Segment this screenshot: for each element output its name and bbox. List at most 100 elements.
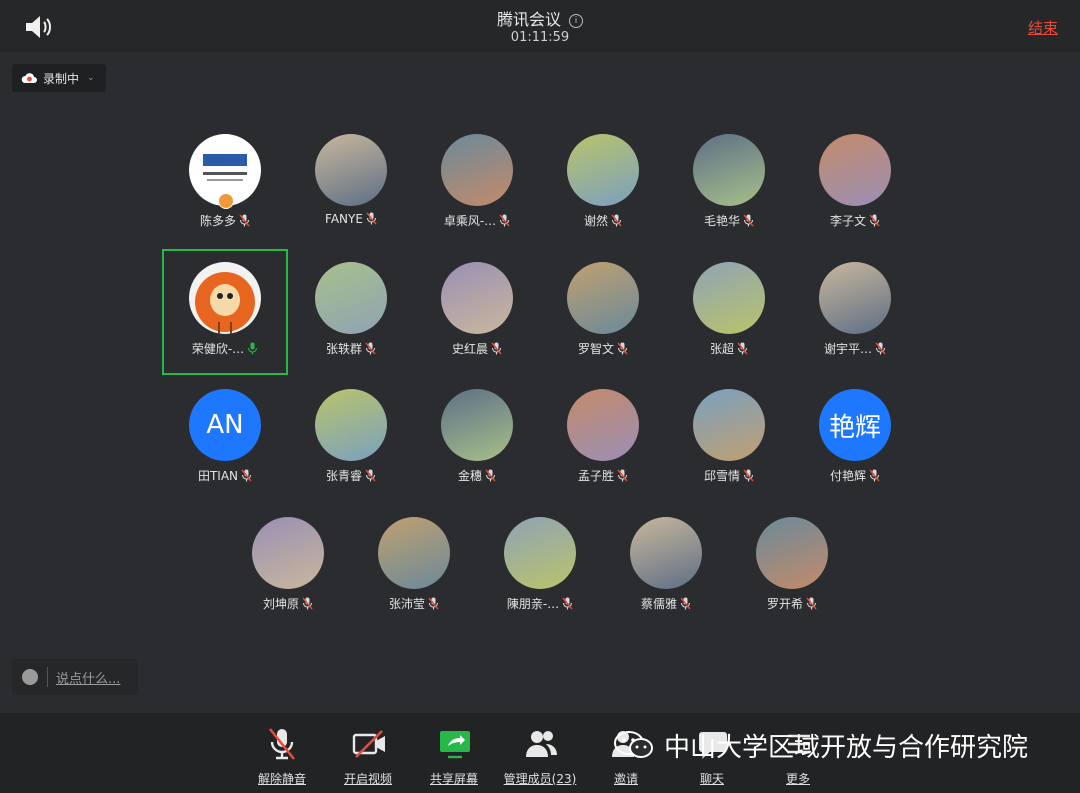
participant-tile[interactable]: 荣健欣-…	[162, 249, 288, 375]
microphone-muted-icon	[499, 214, 510, 227]
participant-tile[interactable]: 孟子胜	[540, 376, 666, 502]
microphone-muted-icon	[562, 597, 573, 610]
divider	[47, 667, 48, 687]
members-icon	[526, 731, 557, 757]
microphone-muted-icon	[241, 469, 252, 482]
microphone-muted-icon	[491, 342, 502, 355]
invite-label: 邀请	[613, 772, 638, 786]
photo-avatar	[567, 262, 639, 334]
participant-tile[interactable]: 金穗	[414, 376, 540, 502]
cartoon-avatar	[693, 262, 765, 334]
recording-cloud-icon	[21, 73, 37, 83]
participant-tile[interactable]: 艳辉 付艳辉	[792, 376, 918, 502]
share-screen-label: 共享屏幕	[429, 772, 478, 786]
microphone-muted-icon	[366, 212, 377, 225]
participant-tile[interactable]: 罗开希	[729, 504, 855, 630]
participant-name-row: FANYE	[288, 212, 414, 226]
unmute-label: 解除静音	[257, 772, 306, 786]
meeting-timer: 01:11:59	[510, 30, 570, 45]
microphone-muted-icon	[743, 214, 754, 227]
microphone-muted-icon	[743, 469, 754, 482]
participant-name: 罗智文	[577, 342, 614, 356]
emoji-icon[interactable]	[22, 669, 38, 685]
participant-name: 金穗	[457, 469, 482, 483]
participant-name: 李子文	[829, 214, 866, 228]
participant-name-row: 史红晨	[414, 340, 540, 357]
microphone-muted-icon	[611, 214, 622, 227]
participant-tile[interactable]: AN 田TIAN	[162, 376, 288, 502]
microphone-muted-icon	[737, 342, 748, 355]
participant-name: 卓乘风-…	[443, 214, 497, 228]
info-icon[interactable]: i	[569, 14, 583, 28]
participant-tile[interactable]: FANYE	[288, 121, 414, 247]
recording-badge[interactable]: 录制中 ⌄	[12, 64, 106, 92]
meeting-title: 腾讯会议 i	[0, 6, 1080, 30]
participant-tile[interactable]: 毛艳华	[666, 121, 792, 247]
microphone-muted-icon	[239, 214, 250, 227]
participant-tile[interactable]: 刘坤原	[225, 504, 351, 630]
participant-name: 陳朋亲-…	[506, 597, 560, 611]
chat-label: 聊天	[699, 772, 724, 786]
participant-name-row: 张轶群	[288, 340, 414, 357]
cartoon-avatar	[504, 517, 576, 589]
participant-name-row: 谢然	[540, 212, 666, 229]
more-label: 更多	[785, 772, 810, 786]
unmute-button[interactable]: 解除静音	[237, 713, 327, 793]
share-screen-button[interactable]: 共享屏幕	[409, 713, 499, 793]
start-video-button[interactable]: 开启视频	[323, 713, 413, 793]
participant-name-row: 罗开希	[729, 595, 855, 612]
photo-avatar	[441, 134, 513, 206]
participant-name-row: 李子文	[792, 212, 918, 229]
avatar: 艳辉	[819, 389, 891, 461]
cartoon-avatar	[567, 389, 639, 461]
title-bar: 腾讯会议 i 01:11:59 结束	[0, 0, 1080, 52]
participant-tile[interactable]: 陳朋亲-…	[477, 504, 603, 630]
chat-input[interactable]: 说点什么...	[12, 659, 138, 695]
participant-tile[interactable]: 陈多多	[162, 121, 288, 247]
participant-name: 谢宇平…	[823, 342, 872, 356]
participant-name: 毛艳华	[703, 214, 740, 228]
participant-tile[interactable]: 张轶群	[288, 249, 414, 375]
participant-name: 田TIAN	[197, 469, 239, 483]
participant-tile[interactable]: 卓乘风-…	[414, 121, 540, 247]
photo-avatar	[315, 389, 387, 461]
participant-name-row: 陳朋亲-…	[477, 595, 603, 612]
participant-name: 张超	[709, 342, 734, 356]
microphone-muted-icon	[617, 469, 628, 482]
participant-tile[interactable]: 谢然	[540, 121, 666, 247]
photo-avatar	[315, 134, 387, 206]
microphone-muted-icon	[302, 597, 313, 610]
photo-avatar	[819, 262, 891, 334]
avatar-initials: AN	[189, 389, 261, 461]
manage-members-button[interactable]: 管理成员(23)	[495, 713, 585, 793]
participant-name-row: 谢宇平…	[792, 340, 918, 357]
start-video-label: 开启视频	[343, 772, 392, 786]
participant-tile[interactable]: 张沛莹	[351, 504, 477, 630]
participant-tile[interactable]: 李子文	[792, 121, 918, 247]
microphone-muted-icon	[806, 597, 817, 610]
participant-name: 谢然	[583, 214, 608, 228]
chat-placeholder: 说点什么...	[56, 672, 121, 687]
photo-avatar	[315, 262, 387, 334]
microphone-muted-icon	[268, 728, 296, 760]
participant-tile[interactable]: 谢宇平…	[792, 249, 918, 375]
end-meeting-button[interactable]: 结束	[1028, 17, 1058, 38]
participant-tile[interactable]: 张超	[666, 249, 792, 375]
participant-name-row: 陈多多	[162, 212, 288, 229]
cartoon-avatar	[189, 262, 261, 334]
microphone-muted-icon	[428, 597, 439, 610]
participant-tile[interactable]: 蔡儒雅	[603, 504, 729, 630]
microphone-muted-icon	[869, 469, 880, 482]
participant-name: FANYE	[325, 212, 363, 226]
participant-name-row: 卓乘风-…	[414, 212, 540, 229]
participant-tile[interactable]: 史红晨	[414, 249, 540, 375]
participant-tile[interactable]: 邱雪情	[666, 376, 792, 502]
manage-members-label: 管理成员(23)	[503, 772, 577, 786]
participant-name-row: 田TIAN	[162, 467, 288, 484]
participant-tile[interactable]: 张青睿	[288, 376, 414, 502]
avatar-initials: 艳辉	[819, 389, 891, 461]
participant-name-row: 张青睿	[288, 467, 414, 484]
participant-tile[interactable]: 罗智文	[540, 249, 666, 375]
recording-label: 录制中	[43, 71, 80, 86]
video-off-icon	[352, 730, 385, 758]
